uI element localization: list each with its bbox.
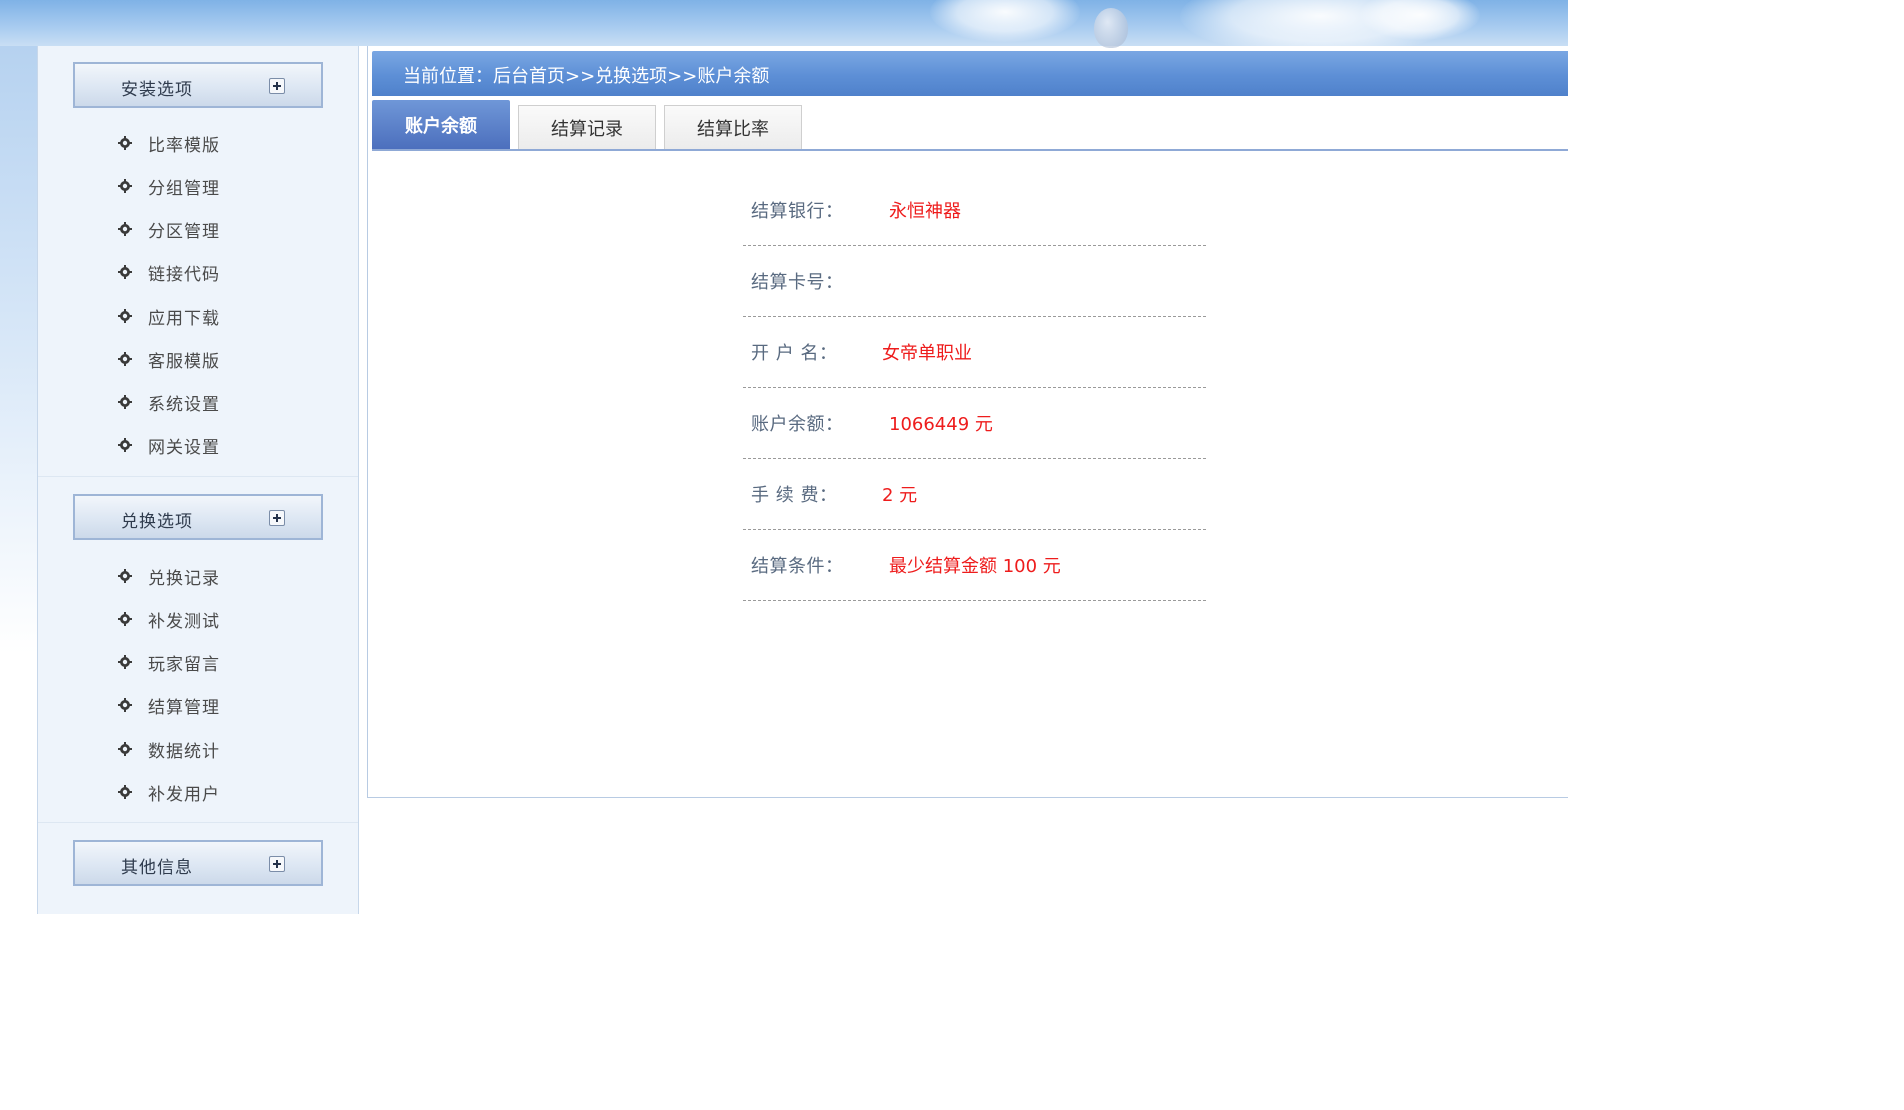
info-row-card-number: 结算卡号： [743,246,1206,317]
sidebar-item-service-template[interactable]: 客服模版 [118,344,220,374]
sidebar-item-label: 兑换记录 [148,568,220,589]
section-header-exchange[interactable]: 兑换选项 [73,494,323,540]
sidebar-item-label: 链接代码 [148,264,220,285]
sidebar-item-label: 网关设置 [148,437,220,458]
sidebar-item-group-manage[interactable]: 分组管理 [118,171,220,201]
section-divider [38,822,358,823]
section-title: 兑换选项 [121,512,193,532]
tab-settlement-ratio[interactable]: 结算比率 [664,105,802,149]
info-row-balance: 账户余额： 1066449 元 [743,388,1206,459]
sidebar-item-label: 应用下载 [148,308,220,329]
breadcrumb: 当前位置：后台首页>>兑换选项>>账户余额 [403,66,770,87]
sidebar-item-label: 分组管理 [148,178,220,199]
tab-settlement-records[interactable]: 结算记录 [518,105,656,149]
sidebar-item-player-messages[interactable]: 玩家留言 [118,647,220,677]
header-banner [0,0,1568,56]
row-label: 开 户 名： [751,343,838,364]
section-header-install[interactable]: 安装选项 [73,62,323,108]
gear-icon [118,309,132,323]
sidebar-item-reissue-test[interactable]: 补发测试 [118,604,220,634]
row-label: 结算条件： [751,556,844,577]
row-label: 结算银行： [751,201,844,222]
sidebar-item-zone-manage[interactable]: 分区管理 [118,214,220,244]
row-value: 最少结算金额 100 元 [889,556,1061,577]
info-row-account-name: 开 户 名： 女帝单职业 [743,317,1206,388]
gear-icon [118,785,132,799]
sidebar-item-settlement-manage[interactable]: 结算管理 [118,690,220,720]
sidebar-item-reissue-users[interactable]: 补发用户 [118,777,220,807]
sidebar-item-rate-template[interactable]: 比率模版 [118,128,220,158]
row-value: 永恒神器 [889,201,961,222]
plus-box-icon[interactable] [269,856,285,872]
sidebar-item-link-code[interactable]: 链接代码 [118,257,220,287]
gear-icon [118,395,132,409]
gear-icon [118,655,132,669]
sidebar-item-label: 分区管理 [148,221,220,242]
section-title: 安装选项 [121,80,193,100]
row-value: 2 元 [882,485,918,506]
row-label: 手 续 费： [751,485,838,506]
sidebar-item-label: 补发测试 [148,611,220,632]
section-divider [38,476,358,477]
section-header-other-info[interactable]: 其他信息 [73,840,323,886]
row-label: 账户余额： [751,414,844,435]
sidebar-item-label: 数据统计 [148,741,220,762]
gear-icon [118,438,132,452]
sidebar-item-label: 比率模版 [148,135,220,156]
plus-box-icon[interactable] [269,510,285,526]
section-title: 其他信息 [121,858,193,878]
sidebar-item-label: 补发用户 [148,784,220,805]
sidebar-item-gateway-settings[interactable]: 网关设置 [118,430,220,460]
gear-icon [118,352,132,366]
info-row-condition: 结算条件： 最少结算金额 100 元 [743,530,1206,601]
sidebar-item-label: 客服模版 [148,351,220,372]
gear-icon [118,698,132,712]
info-row-bank: 结算银行： 永恒神器 [743,175,1206,246]
breadcrumb-bar: 当前位置：后台首页>>兑换选项>>账户余额 [372,51,1568,96]
sidebar-item-system-settings[interactable]: 系统设置 [118,387,220,417]
plus-box-icon[interactable] [269,78,285,94]
sidebar-item-app-download[interactable]: 应用下载 [118,301,220,331]
sidebar-item-exchange-records[interactable]: 兑换记录 [118,561,220,591]
balloon-decoration [1094,8,1128,48]
gear-icon [118,222,132,236]
sidebar-item-label: 结算管理 [148,697,220,718]
tab-account-balance[interactable]: 账户余额 [372,100,510,149]
sidebar-item-data-stats[interactable]: 数据统计 [118,734,220,764]
row-value: 1066449 元 [889,414,993,435]
gear-icon [118,136,132,150]
info-row-fee: 手 续 费： 2 元 [743,459,1206,530]
gear-icon [118,612,132,626]
gear-icon [118,179,132,193]
main-panel: 当前位置：后台首页>>兑换选项>>账户余额 账户余额 结算记录 结算比率 结算银… [367,46,1568,798]
sidebar: 安装选项 比率模版 分组管理 分区管理 链接代码 应用下载 客服模版 系统设置 … [37,46,359,914]
tab-underline [372,149,1568,151]
row-label: 结算卡号： [751,272,844,293]
sidebar-item-label: 系统设置 [148,394,220,415]
background-haze [0,46,38,914]
app-page: 安装选项 比率模版 分组管理 分区管理 链接代码 应用下载 客服模版 系统设置 … [0,0,1568,914]
row-value: 女帝单职业 [882,343,972,364]
gear-icon [118,742,132,756]
sidebar-item-label: 玩家留言 [148,654,220,675]
gear-icon [118,569,132,583]
gear-icon [118,265,132,279]
